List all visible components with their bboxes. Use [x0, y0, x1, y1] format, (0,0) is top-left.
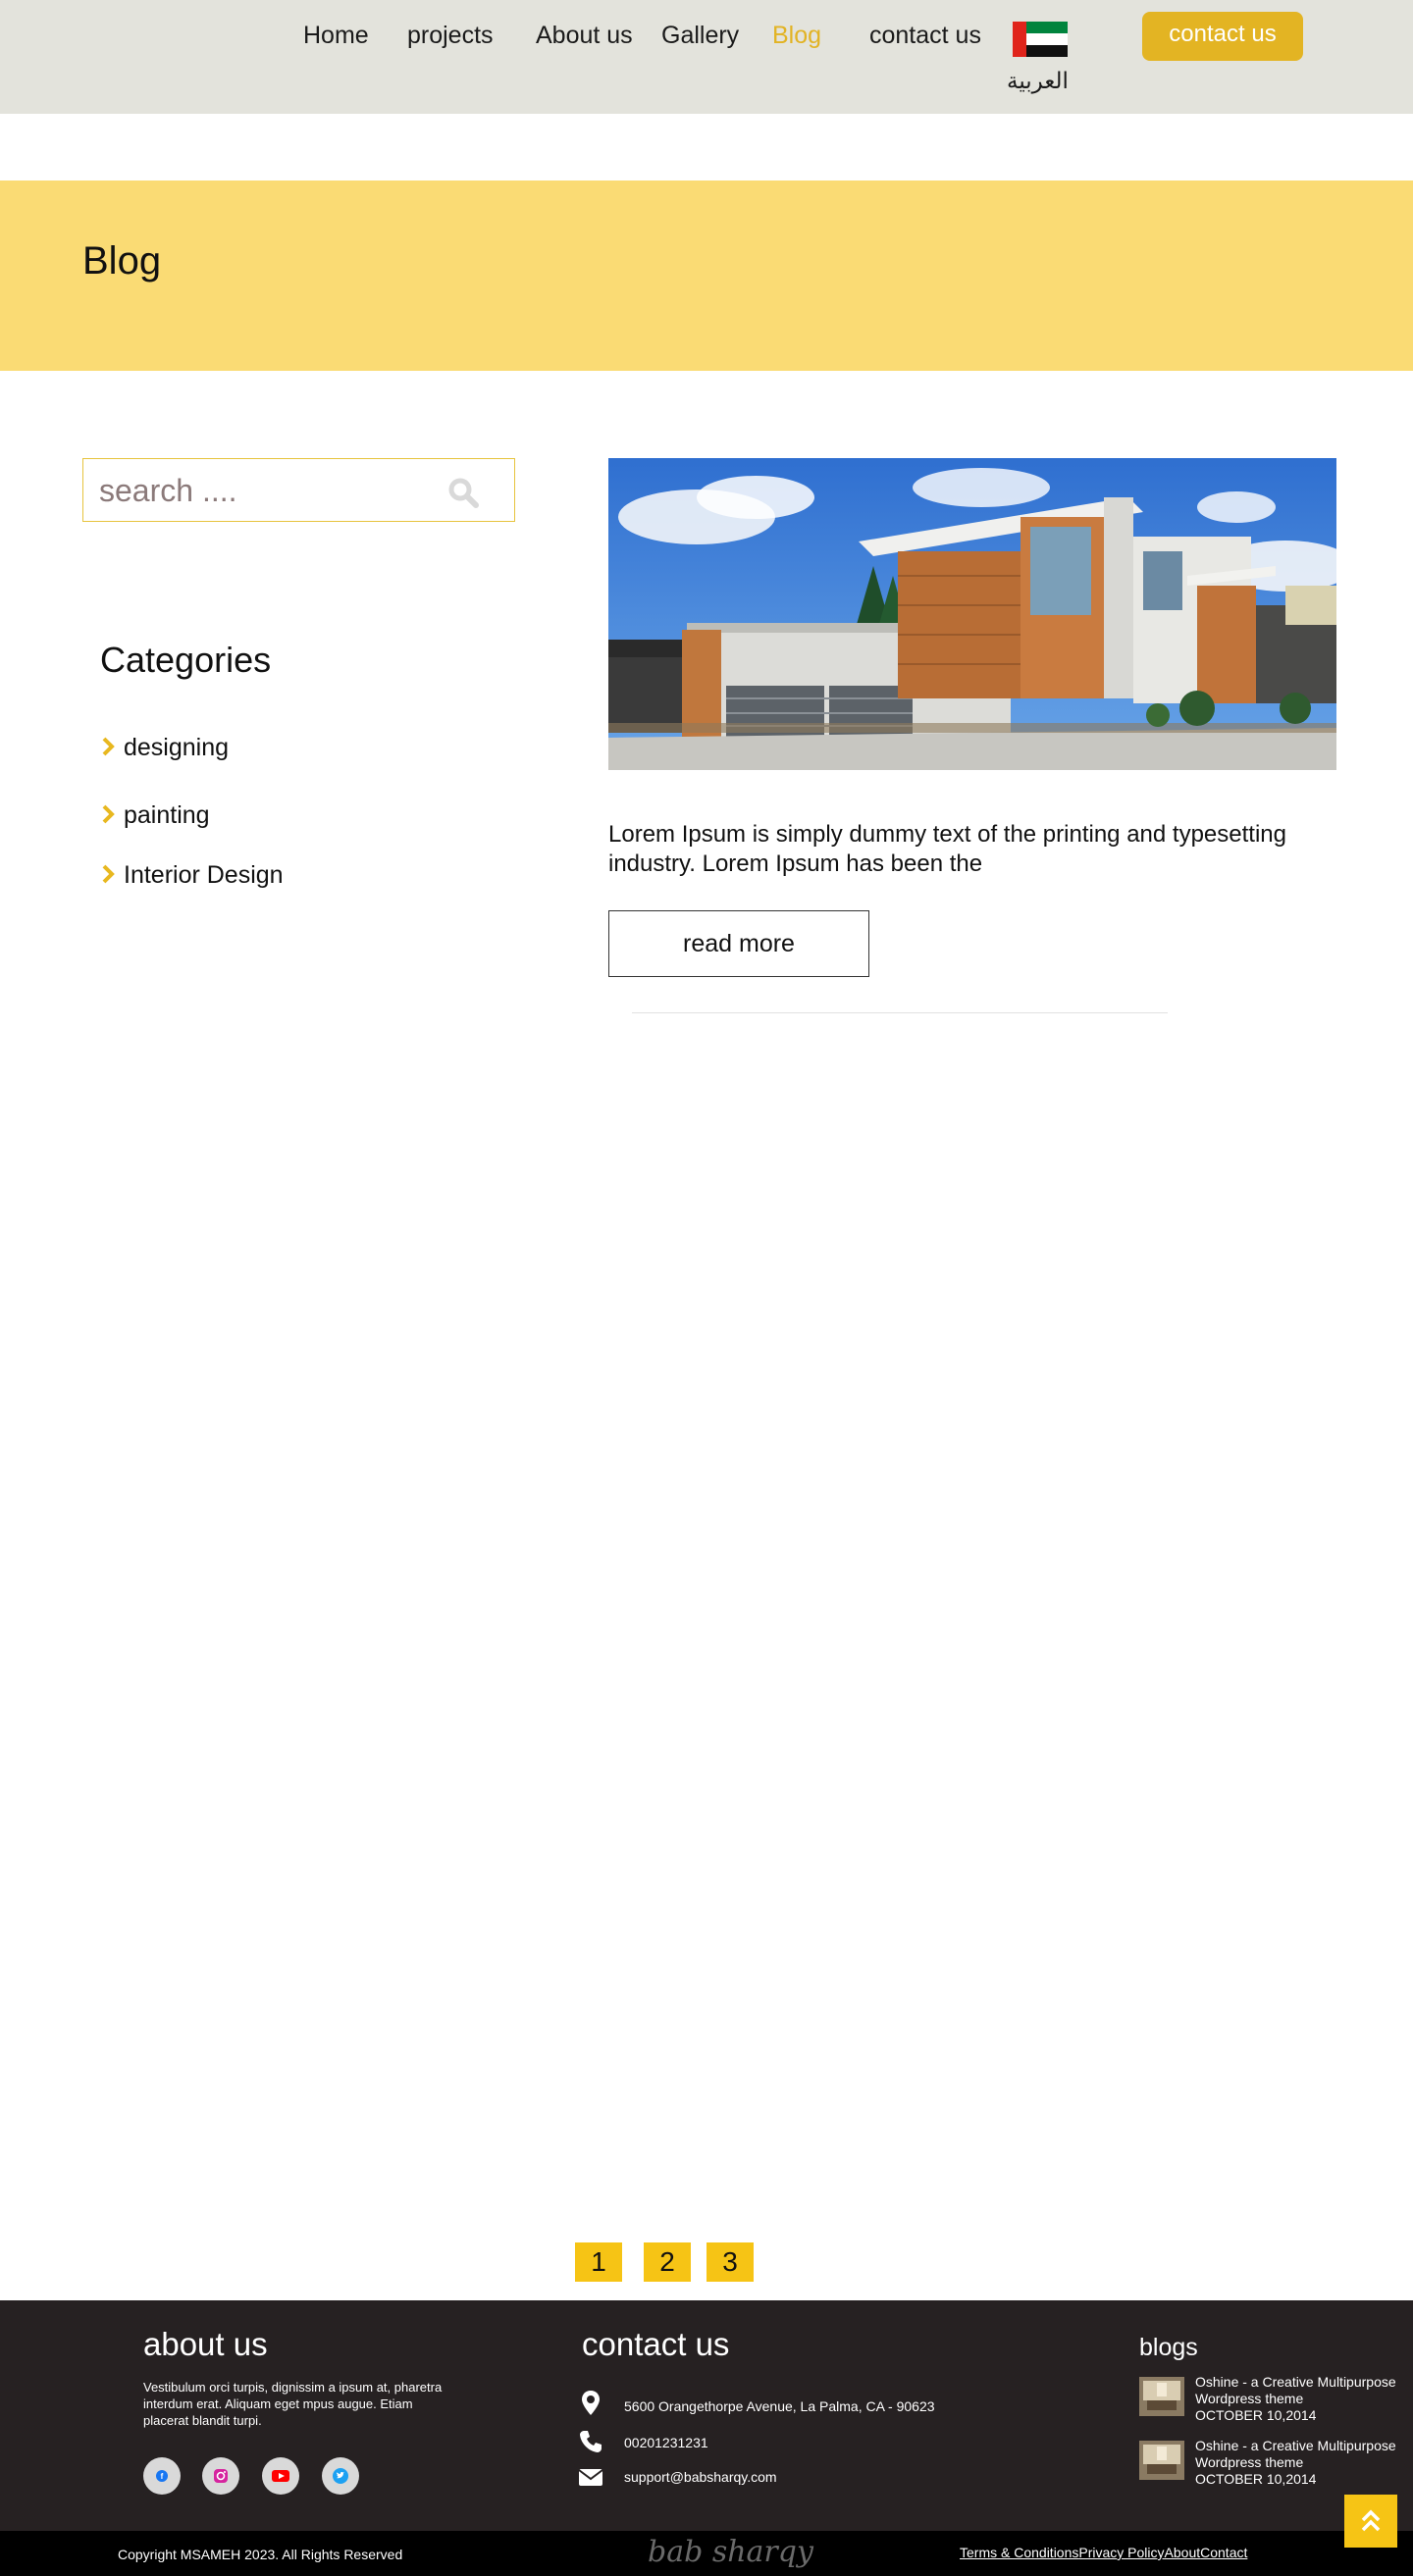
footer-blog-thumbnail[interactable] — [1139, 2377, 1184, 2416]
site-footer: about us Vestibulum orci turpis, digniss… — [0, 2300, 1413, 2531]
footer-link-about[interactable]: About — [1165, 2545, 1201, 2560]
post-image[interactable] — [608, 458, 1336, 770]
footer-link-contact[interactable]: Contact — [1200, 2545, 1247, 2560]
youtube-icon — [272, 2470, 289, 2482]
nav-gallery-link[interactable]: Gallery — [661, 22, 739, 50]
double-chevron-up-icon — [1361, 2509, 1381, 2532]
svg-text:f: f — [161, 2472, 164, 2481]
youtube-link[interactable] — [262, 2457, 299, 2495]
category-label: painting — [124, 801, 210, 829]
category-label: Interior Design — [124, 861, 284, 889]
footer-link-privacy[interactable]: Privacy Policy — [1078, 2545, 1164, 2560]
footer-about-text: Vestibulum orci turpis, dignissim a ipsu… — [143, 2380, 443, 2428]
facebook-link[interactable]: f — [143, 2457, 181, 2495]
footer-blogs-heading: blogs — [1139, 2334, 1198, 2361]
footer-email[interactable]: support@babsharqy.com — [624, 2469, 777, 2485]
chevron-right-icon — [102, 804, 115, 824]
uae-flag-icon[interactable] — [1013, 22, 1068, 57]
instagram-link[interactable] — [202, 2457, 239, 2495]
twitter-link[interactable] — [322, 2457, 359, 2495]
category-item-designing[interactable]: designing — [100, 734, 229, 762]
facebook-icon: f — [156, 2470, 168, 2482]
pagination-page-1[interactable]: 1 — [575, 2242, 622, 2282]
footer-bottom-bar: Copyright MSAMEH 2023. All Rights Reserv… — [0, 2531, 1413, 2576]
post-excerpt: Lorem Ipsum is simply dummy text of the … — [608, 821, 1286, 877]
page-title: Blog — [82, 239, 162, 283]
twitter-icon — [333, 2468, 348, 2484]
chevron-right-icon — [102, 737, 115, 756]
category-item-interior-design[interactable]: Interior Design — [100, 861, 284, 890]
footer-blog-date: OCTOBER 10,2014 — [1195, 2471, 1317, 2487]
nav-contact-link[interactable]: contact us — [869, 22, 981, 50]
interior-photo — [1139, 2377, 1184, 2416]
footer-blog-item[interactable]: Oshine - a Creative Multipurpose Wordpre… — [1195, 2374, 1411, 2424]
language-switch-link[interactable]: العربية — [1007, 69, 1069, 94]
footer-blog-title: Oshine - a Creative Multipurpose Wordpre… — [1195, 2374, 1396, 2406]
footer-about-heading: about us — [143, 2326, 268, 2362]
site-header: Home projects About us Gallery Blog cont… — [0, 0, 1413, 114]
footer-blog-thumbnail[interactable] — [1139, 2441, 1184, 2480]
envelope-icon — [578, 2469, 603, 2486]
nav-about-link[interactable]: About us — [536, 22, 633, 50]
interior-photo — [1139, 2441, 1184, 2480]
footer-phone[interactable]: 00201231231 — [624, 2435, 708, 2450]
copyright-text: Copyright MSAMEH 2023. All Rights Reserv… — [118, 2547, 403, 2562]
search-icon[interactable] — [446, 476, 480, 509]
house-photo — [608, 458, 1336, 770]
phone-icon — [580, 2431, 602, 2452]
nav-home-link[interactable]: Home — [303, 22, 369, 50]
map-pin-icon — [582, 2391, 600, 2415]
header-contact-button[interactable]: contact us — [1142, 12, 1303, 61]
nav-projects-link[interactable]: projects — [407, 22, 494, 50]
read-more-button[interactable]: read more — [608, 910, 869, 977]
footer-blog-item[interactable]: Oshine - a Creative Multipurpose Wordpre… — [1195, 2438, 1411, 2488]
search-box — [82, 458, 515, 522]
footer-blog-date: OCTOBER 10,2014 — [1195, 2407, 1317, 2423]
signature-logo: bab sharqy — [648, 2535, 813, 2569]
search-input[interactable] — [99, 469, 423, 512]
footer-links: Terms & ConditionsPrivacy PolicyAboutCon… — [960, 2545, 1247, 2560]
categories-heading: Categories — [100, 640, 272, 680]
nav-blog-link[interactable]: Blog — [772, 22, 821, 50]
chevron-right-icon — [102, 864, 115, 884]
category-label: designing — [124, 734, 230, 761]
footer-blog-title: Oshine - a Creative Multipurpose Wordpre… — [1195, 2438, 1396, 2470]
footer-contact-heading: contact us — [582, 2326, 730, 2362]
footer-address: 5600 Orangethorpe Avenue, La Palma, CA -… — [624, 2398, 935, 2414]
category-item-painting[interactable]: painting — [100, 801, 210, 830]
footer-link-terms[interactable]: Terms & Conditions — [960, 2545, 1078, 2560]
pagination-page-2[interactable]: 2 — [644, 2242, 691, 2282]
pagination-page-3[interactable]: 3 — [706, 2242, 754, 2282]
instagram-icon — [214, 2469, 228, 2483]
post-divider — [632, 1012, 1168, 1013]
page-banner: Blog — [0, 180, 1413, 371]
back-to-top-button[interactable] — [1344, 2495, 1397, 2548]
